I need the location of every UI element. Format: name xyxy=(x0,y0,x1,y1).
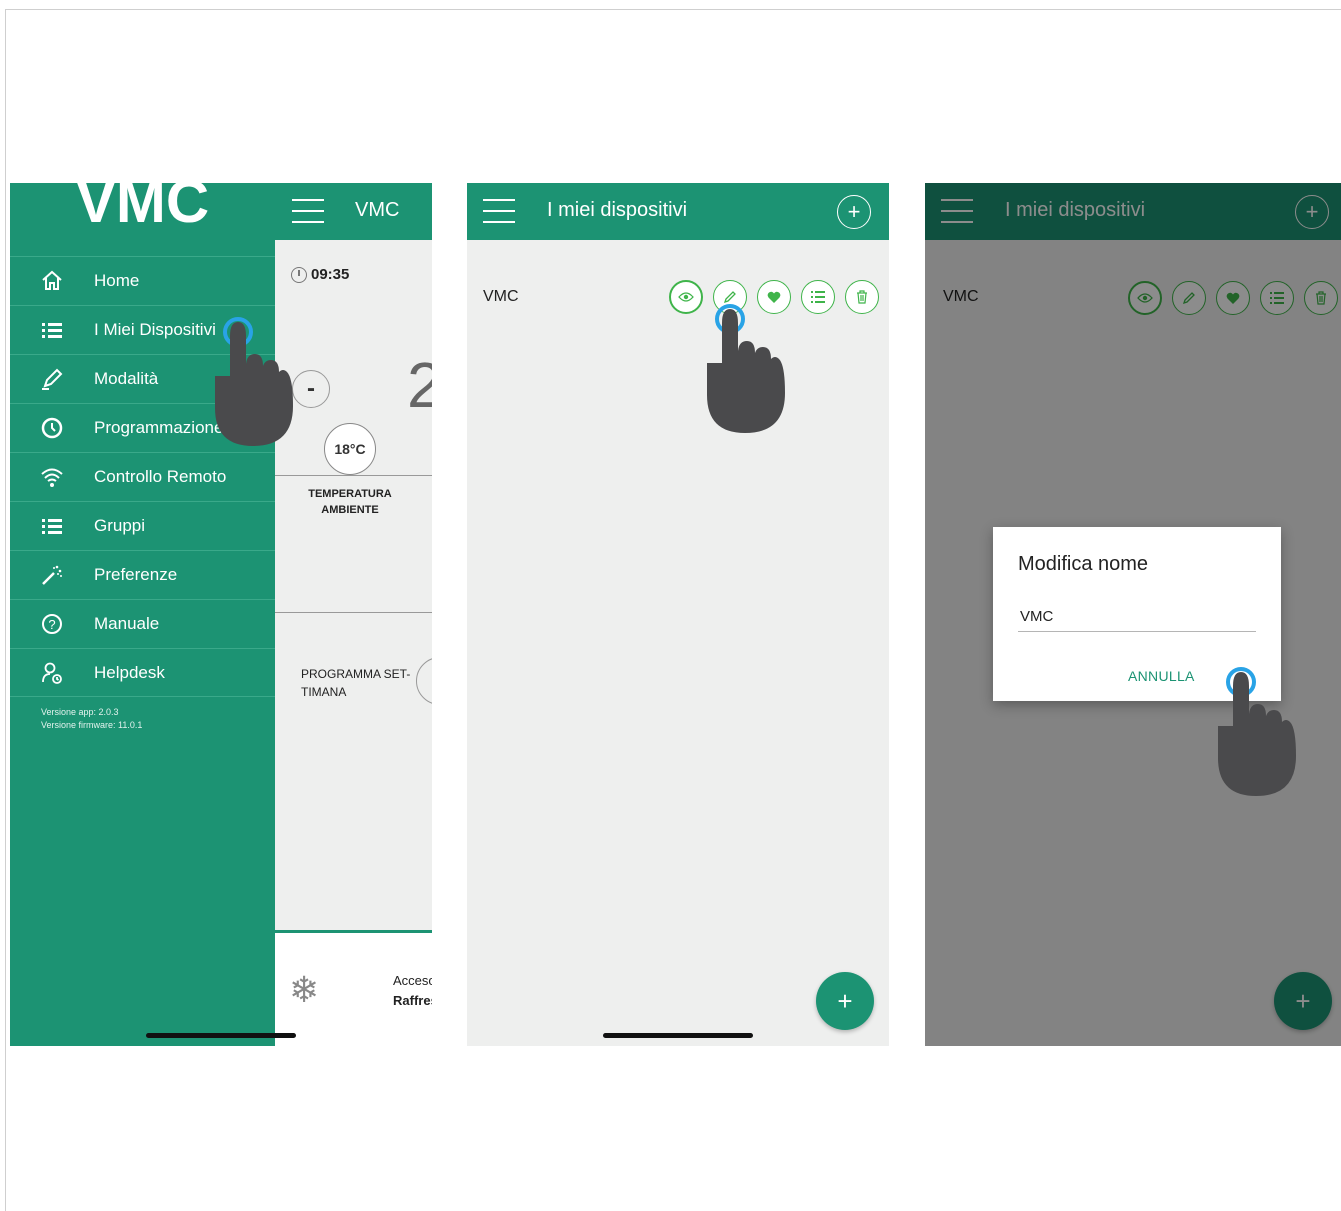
program-toggle[interactable] xyxy=(416,657,432,705)
menu-item-remote-control[interactable]: Controllo Remoto xyxy=(10,452,275,501)
phone-screen-rename-dialog: I miei dispositivi + VMC + Modifica nome… xyxy=(925,183,1341,1046)
cancel-button[interactable]: ANNULLA xyxy=(1128,668,1195,684)
menu-item-label: Preferenze xyxy=(94,565,178,584)
menu-item-label: Programmazione xyxy=(94,418,224,437)
tap-hand-icon xyxy=(215,317,293,446)
mode-bar[interactable]: ❄ Acceso Raffrescamento xyxy=(275,930,432,1046)
decrease-button[interactable]: - xyxy=(292,370,330,408)
menu-item-label: Home xyxy=(94,271,140,290)
menu-item-label: Helpdesk xyxy=(94,663,165,682)
ambient-temp-label: TEMPERATURA AMBIENTE xyxy=(308,488,392,516)
eye-icon xyxy=(678,292,694,302)
delete-button[interactable] xyxy=(845,280,879,314)
app-version: Versione app: 2.0.3 xyxy=(41,707,119,717)
trash-icon xyxy=(857,290,867,304)
setpoint-value: 2 xyxy=(407,349,432,421)
magic-wand-icon xyxy=(42,565,62,585)
pencil-icon xyxy=(723,291,736,304)
dialog-title: Modifica nome xyxy=(1018,553,1149,575)
device-name-input[interactable] xyxy=(1018,602,1256,632)
dashboard-content: 09:35 - 2 18°C TEMPERATURA AMBIENTE PROG… xyxy=(275,240,432,1046)
menu-item-helpdesk[interactable]: Helpdesk xyxy=(10,648,275,697)
navigation-drawer: VMC Home I Miei Dispositivi Modalità Pro… xyxy=(10,183,275,1046)
drawer-title: VMC xyxy=(75,183,210,235)
list-icon xyxy=(42,519,62,534)
phone-screen-devices: I miei dispositivi + VMC + xyxy=(467,183,889,1046)
menu-item-home[interactable]: Home xyxy=(10,256,275,305)
current-time: 09:35 xyxy=(311,266,350,283)
mode-name: Raffrescamento xyxy=(393,993,432,1008)
view-button[interactable] xyxy=(669,280,703,314)
support-user-icon xyxy=(42,662,62,684)
menu-item-preferences[interactable]: Preferenze xyxy=(10,550,275,599)
clock-icon xyxy=(291,266,307,283)
pencil-icon xyxy=(42,368,63,390)
time-display: 09:35 xyxy=(291,266,349,283)
divider xyxy=(275,475,432,476)
tap-hand-icon xyxy=(707,304,785,433)
divider xyxy=(275,612,432,613)
svg-text:?: ? xyxy=(48,617,55,632)
menu-item-label: Modalità xyxy=(94,369,159,388)
weekly-program-label[interactable]: PROGRAMMA SET-TIMANA xyxy=(301,665,417,701)
device-name: VMC xyxy=(483,288,519,305)
menu-item-label: Manuale xyxy=(94,614,160,633)
mode-state: Acceso xyxy=(393,973,432,988)
firmware-version: Versione firmware: 11.0.1 xyxy=(41,720,143,730)
tap-hand-icon xyxy=(1218,667,1296,796)
wifi-icon xyxy=(41,468,63,487)
phone-screen-menu: VMC 09:35 - 2 18°C TEMPERATURA AMBIENTE … xyxy=(10,183,432,1046)
menu-item-label: Gruppi xyxy=(94,516,146,535)
home-indicator xyxy=(146,1033,296,1038)
list-icon xyxy=(811,291,825,303)
home-indicator xyxy=(603,1033,753,1038)
menu-item-groups[interactable]: Gruppi xyxy=(10,501,275,550)
menu-item-manual[interactable]: ? Manuale xyxy=(10,599,275,648)
clock-icon xyxy=(41,417,63,439)
home-icon xyxy=(42,270,62,290)
ambient-temp-badge: 18°C xyxy=(324,423,376,475)
add-fab-button[interactable]: + xyxy=(816,972,874,1030)
details-button[interactable] xyxy=(801,280,835,314)
list-icon xyxy=(42,323,62,338)
question-icon: ? xyxy=(42,614,62,634)
header-title: VMC xyxy=(355,199,400,221)
heart-icon xyxy=(767,291,781,303)
snowflake-icon: ❄ xyxy=(289,969,320,1010)
hamburger-icon[interactable] xyxy=(292,199,324,223)
menu-item-label: Controllo Remoto xyxy=(94,467,227,486)
app-header: I miei dispositivi + xyxy=(467,183,889,240)
menu-item-label: I Miei Dispositivi xyxy=(94,320,216,339)
add-device-button[interactable]: + xyxy=(837,195,871,229)
hamburger-icon[interactable] xyxy=(483,199,515,223)
header-title: I miei dispositivi xyxy=(547,199,688,221)
